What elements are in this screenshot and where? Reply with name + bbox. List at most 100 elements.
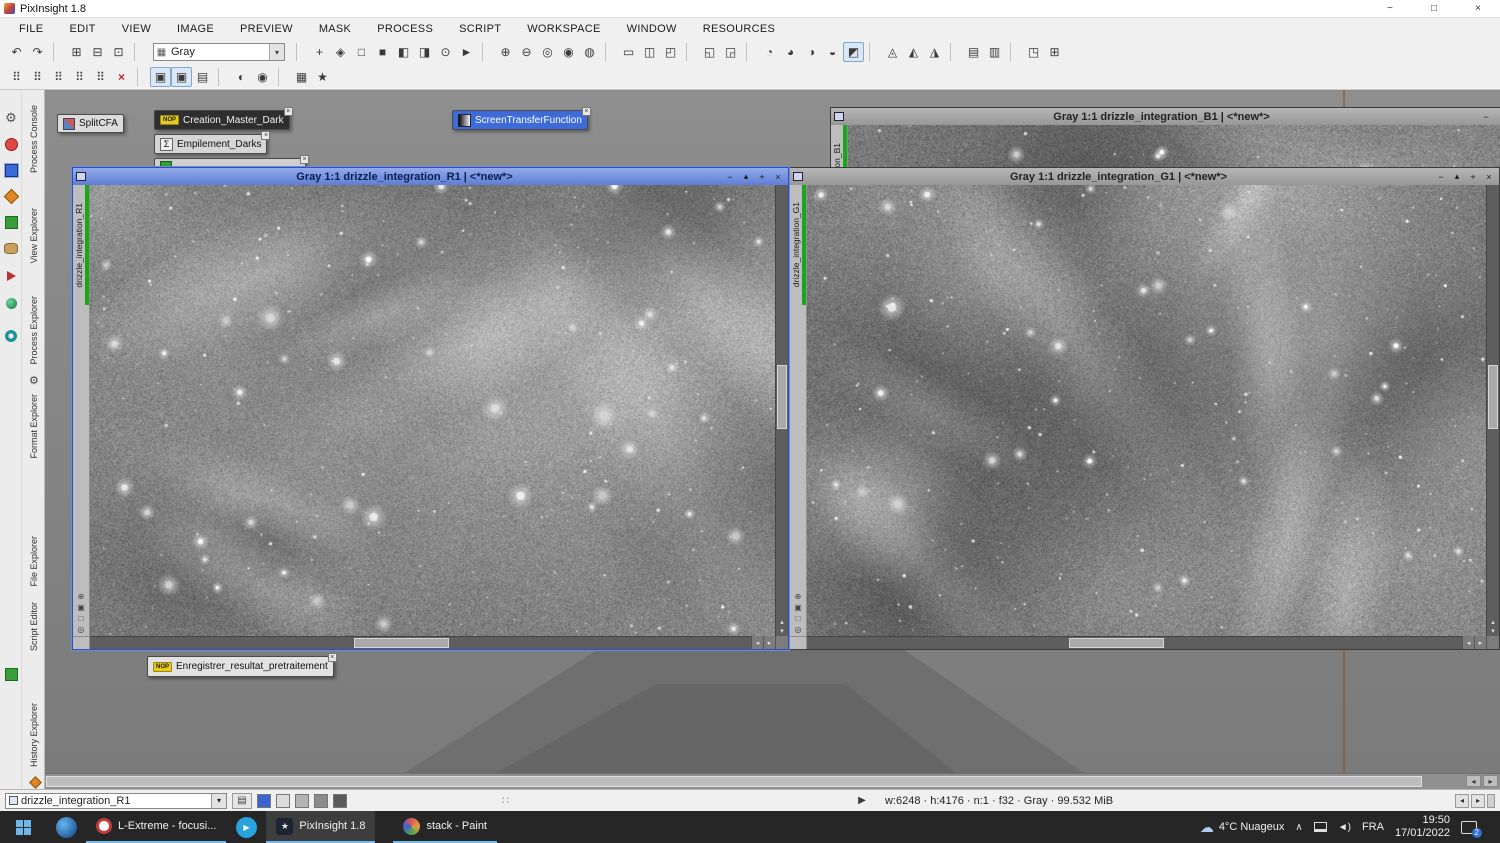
workspace-5-icon[interactable]: ⠿	[90, 67, 111, 87]
swatch-dark-gray[interactable]	[333, 794, 347, 808]
taskbar-app-lextreme[interactable]: L-Extreme - focusi...	[86, 811, 226, 843]
window-shade-button[interactable]: ▴	[1495, 110, 1500, 123]
explorer-grid-icon[interactable]: ▦	[291, 67, 312, 87]
split-right-icon[interactable]: ◨	[414, 42, 435, 62]
menu-window[interactable]: WINDOW	[614, 23, 690, 35]
track-view-icon[interactable]: ◐	[231, 67, 252, 87]
menu-image[interactable]: IMAGE	[164, 23, 227, 35]
workspace-3-icon[interactable]: ⠿	[48, 67, 69, 87]
window-zoom-button[interactable]: +	[755, 170, 769, 183]
sidebar-tab-process-console[interactable]: Process Console	[22, 95, 45, 183]
workspace-scrollbar-thumb[interactable]	[46, 776, 1422, 787]
curves-icon[interactable]: ◕	[780, 42, 801, 62]
network-icon[interactable]	[1314, 822, 1327, 832]
close-icon[interactable]: ×	[328, 653, 337, 662]
explorer-gear-icon[interactable]: ⚙	[29, 374, 39, 387]
minimize-button[interactable]: −	[1368, 0, 1412, 17]
color-space-select[interactable]: ▦ Gray ▾	[153, 43, 285, 61]
menu-view[interactable]: VIEW	[109, 23, 164, 35]
clock-widget[interactable]: 19:50 17/01/2022	[1395, 814, 1450, 839]
window-close-button[interactable]: ×	[771, 170, 785, 183]
screen-right-icon[interactable]: ▥	[984, 42, 1005, 62]
mask-enabled-icon[interactable]: ◭	[903, 42, 924, 62]
menu-edit[interactable]: EDIT	[56, 23, 108, 35]
swatch-mid-gray[interactable]	[314, 794, 328, 808]
weather-widget[interactable]: ☁ 4°C Nuageux	[1200, 819, 1285, 836]
image-window-titlebar[interactable]: Gray 1:1 drizzle_integration_B1 | <*new*…	[831, 108, 1500, 125]
process-icon-splitcfa[interactable]: SplitCFA	[57, 114, 124, 133]
window-iconize-button[interactable]: −	[723, 170, 737, 183]
horizontal-scrollbar-thumb[interactable]	[1069, 638, 1164, 648]
vertical-scrollbar[interactable]: ▴ ▾	[775, 185, 788, 636]
image-view-r1[interactable]	[90, 185, 775, 636]
mask-invert-icon[interactable]: ◮	[924, 42, 945, 62]
menu-mask[interactable]: MASK	[306, 23, 364, 35]
preview-mode-icon[interactable]: ◫	[639, 42, 660, 62]
menu-script[interactable]: SCRIPT	[446, 23, 514, 35]
center-image-icon[interactable]: ◈	[330, 42, 351, 62]
taskbar-app-paint[interactable]: stack - Paint	[393, 811, 497, 843]
tile-windows-icon[interactable]: ⊞	[1044, 42, 1065, 62]
workspace-4-icon[interactable]: ⠿	[69, 67, 90, 87]
image-view-g1[interactable]	[807, 185, 1486, 636]
window-zoom-button[interactable]: +	[1466, 170, 1480, 183]
horizontal-scrollbar-thumb[interactable]	[354, 638, 449, 648]
view-tab[interactable]: drizzle_integration_R1	[73, 185, 89, 305]
close-icon[interactable]: ×	[300, 155, 309, 164]
zoom-selection-icon[interactable]: ◍	[579, 42, 600, 62]
stf-icon[interactable]: ◑	[801, 42, 822, 62]
corner-tool-icon[interactable]: ◎	[78, 624, 85, 635]
image-window-g1[interactable]: Gray 1:1 drizzle_integration_G1 | <*new*…	[789, 167, 1500, 650]
menu-file[interactable]: FILE	[6, 23, 56, 35]
scroll-down-icon[interactable]: ▾	[1491, 627, 1495, 636]
start-button[interactable]	[0, 811, 46, 843]
scroll-right-icon[interactable]: ▸	[763, 636, 775, 649]
maximize-view-icon[interactable]: ■	[372, 42, 393, 62]
new-preview-icon[interactable]: ▭	[618, 42, 639, 62]
scroll-right-icon[interactable]: ▸	[1474, 636, 1486, 649]
history-diamond-icon[interactable]	[29, 776, 42, 789]
process-icon-empilement-darks[interactable]: Σ Empilement_Darks ×	[154, 134, 267, 154]
browser-taskbar-button[interactable]	[46, 811, 86, 843]
pan-mode-icon[interactable]: +	[309, 42, 330, 62]
thumbnail-toggle-button[interactable]: ▤	[232, 793, 252, 809]
screen-plain-icon[interactable]: ▤	[192, 67, 213, 87]
hdr-icon[interactable]: ◒	[822, 42, 843, 62]
process-icon-creation-master-dark[interactable]: NOP Creation_Master_Dark ×	[154, 110, 290, 130]
hidden-icons-chevron[interactable]: ∧	[1295, 822, 1302, 833]
view-tab[interactable]: drizzle_integration_G1	[790, 185, 806, 305]
view-tab-column[interactable]: drizzle_integration_G1 ⊕ ▣ □ ◎	[790, 185, 807, 636]
taskbar-app-pixinsight[interactable]: ★ PixInsight 1.8	[266, 811, 375, 843]
zoom-in-icon[interactable]: ⊕	[495, 42, 516, 62]
fit-view-icon[interactable]: □	[351, 42, 372, 62]
mask-show-icon[interactable]: ◬	[882, 42, 903, 62]
workspace-horizontal-scrollbar[interactable]: ◂ ▸	[45, 773, 1500, 789]
vertical-scrollbar-thumb[interactable]	[1488, 365, 1498, 429]
scroll-left-icon[interactable]: ◂	[1462, 636, 1474, 649]
menu-workspace[interactable]: WORKSPACE	[514, 23, 613, 35]
scroll-up-icon[interactable]: ▴	[780, 618, 784, 627]
cube-icon-2[interactable]	[3, 666, 19, 682]
histogram-icon[interactable]: ◔	[759, 42, 780, 62]
process-icon-screen-transfer-function[interactable]: ScreenTransferFunction ×	[452, 110, 588, 130]
close-all-icon[interactable]: ×	[111, 67, 132, 87]
workspace-scroll-right-icon[interactable]: ▸	[1483, 775, 1498, 787]
starfield-image-r1[interactable]	[90, 185, 775, 636]
screen-left-icon[interactable]: ▤	[963, 42, 984, 62]
window-corner-tools[interactable]: ⊕ ▣ □ ◎	[73, 591, 89, 635]
favorites-star-icon[interactable]: ★	[312, 67, 333, 87]
readout-preview-icon[interactable]: ◉	[252, 67, 273, 87]
undo-icon[interactable]: ↶	[6, 42, 27, 62]
swatch-gray[interactable]	[295, 794, 309, 808]
view-selector[interactable]: drizzle_integration_R1 ▾	[5, 793, 227, 809]
sphere-icon[interactable]	[3, 295, 19, 311]
sidebar-tab-view-explorer[interactable]: View Explorer	[22, 198, 45, 274]
close-button[interactable]: ×	[1456, 0, 1500, 17]
dynamic-crop-icon[interactable]: ◱	[699, 42, 720, 62]
corner-tool-icon[interactable]: □	[79, 613, 84, 624]
horizontal-scrollbar[interactable]	[90, 636, 751, 649]
image-window-titlebar[interactable]: Gray 1:1 drizzle_integration_G1 | <*new*…	[790, 168, 1499, 185]
vertical-scrollbar-thumb[interactable]	[777, 365, 787, 429]
corner-tool-icon[interactable]: ⊕	[78, 591, 85, 602]
starfield-image-g1[interactable]	[807, 185, 1486, 636]
